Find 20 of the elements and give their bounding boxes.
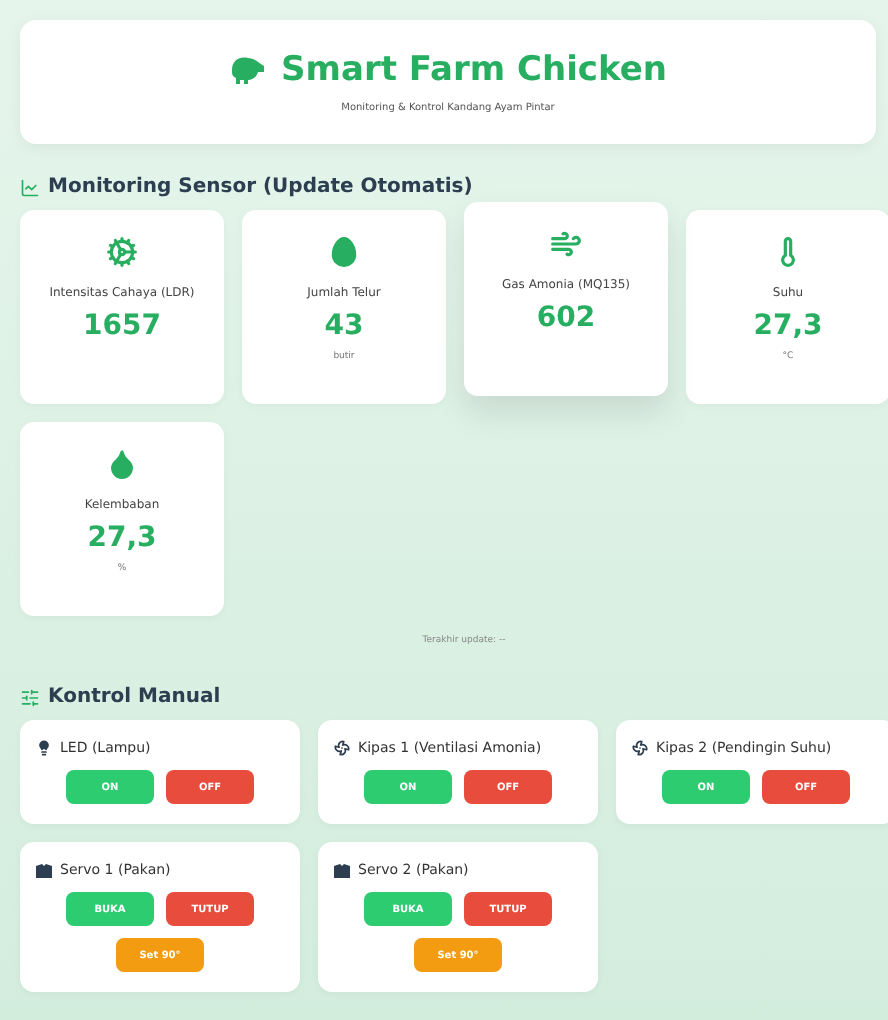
section-title: Monitoring Sensor (Update Otomatis)	[48, 176, 473, 198]
chart-icon	[20, 177, 40, 197]
motor-icon	[334, 863, 350, 877]
lightbulb-icon	[36, 740, 52, 756]
sensor-value: 43	[324, 310, 364, 342]
fan-icon	[334, 740, 350, 756]
egg-icon	[328, 236, 360, 268]
sliders-icon	[20, 687, 40, 707]
wind-icon	[550, 228, 582, 260]
gear-icon	[106, 236, 138, 268]
sensor-value: 602	[536, 302, 596, 334]
sensor-value: 27,3	[87, 522, 157, 554]
sensor-value: 27,3	[753, 310, 823, 342]
fan-icon	[632, 740, 648, 756]
app-title: Smart Farm Chicken	[281, 50, 667, 90]
sensor-value: 1657	[83, 310, 161, 342]
section-title: Kontrol Manual	[48, 686, 221, 708]
droplet-icon	[106, 448, 138, 480]
motor-icon	[36, 863, 52, 877]
bird-icon	[229, 56, 266, 84]
